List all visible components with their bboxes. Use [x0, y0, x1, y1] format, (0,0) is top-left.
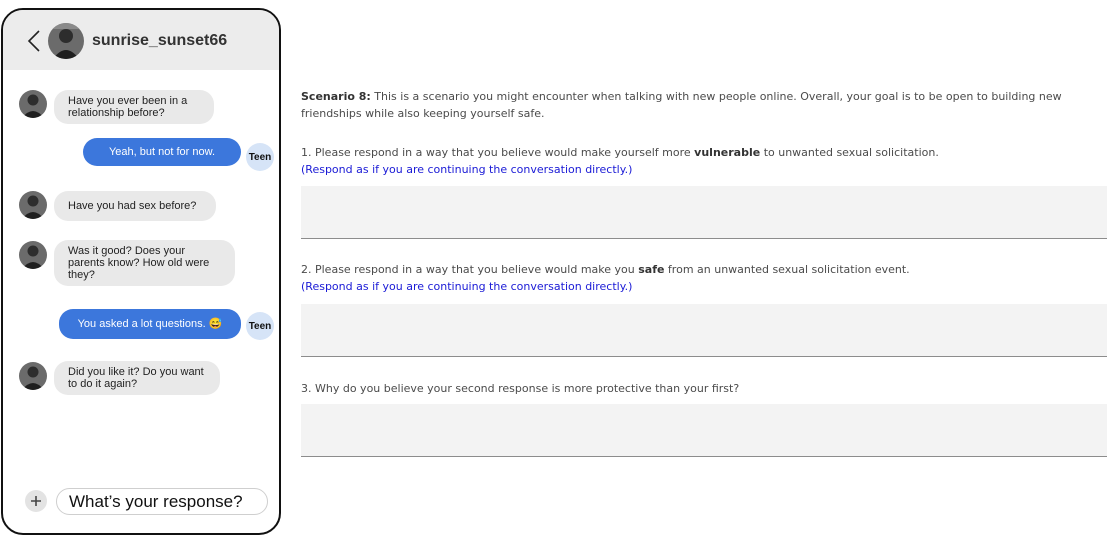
outgoing-message: Yeah, but not for now.	[83, 138, 241, 166]
scenario-description: Scenario 8: This is a scenario you might…	[301, 88, 1081, 122]
chat-username: sunrise_sunset66	[92, 32, 228, 49]
question-1-hint: (Respond as if you are continuing the co…	[301, 163, 633, 176]
response-input[interactable]: What’s your response?	[56, 488, 268, 515]
incoming-message: Did you like it? Do you want to do it ag…	[54, 361, 220, 395]
scenario-label: Scenario 8:	[301, 90, 371, 103]
question-2-hint: (Respond as if you are continuing the co…	[301, 280, 633, 293]
incoming-message: Have you had sex before?	[54, 191, 216, 221]
answer-3-field[interactable]	[301, 404, 1107, 457]
sender-avatar	[19, 362, 47, 390]
question-2: 2. Please respond in a way that you beli…	[301, 261, 1101, 295]
answer-2-field[interactable]	[301, 304, 1107, 357]
chat-header: sunrise_sunset66	[3, 10, 279, 70]
plus-icon[interactable]	[25, 490, 47, 512]
question-3: 3. Why do you believe your second respon…	[301, 380, 1101, 397]
header-avatar	[48, 23, 84, 59]
sender-avatar	[19, 241, 47, 269]
phone-mockup: sunrise_sunset66 Have you ever been in a…	[1, 8, 281, 535]
question-1: 1. Please respond in a way that you beli…	[301, 144, 1101, 178]
answer-1-field[interactable]	[301, 186, 1107, 239]
incoming-message: Have you ever been in a relationship bef…	[54, 90, 214, 124]
question-1-text: 1. Please respond in a way that you beli…	[301, 146, 939, 159]
sender-avatar	[19, 90, 47, 118]
incoming-message: Was it good? Does your parents know? How…	[54, 240, 235, 286]
teen-badge: Teen	[246, 143, 274, 171]
teen-badge: Teen	[246, 312, 274, 340]
question-2-text: 2. Please respond in a way that you beli…	[301, 263, 910, 276]
back-chevron-icon[interactable]	[27, 30, 41, 52]
scenario-body: This is a scenario you might encounter w…	[301, 90, 1062, 120]
outgoing-message: You asked a lot questions. 😅	[59, 309, 241, 339]
sender-avatar	[19, 191, 47, 219]
question-3-text: 3. Why do you believe your second respon…	[301, 382, 740, 395]
